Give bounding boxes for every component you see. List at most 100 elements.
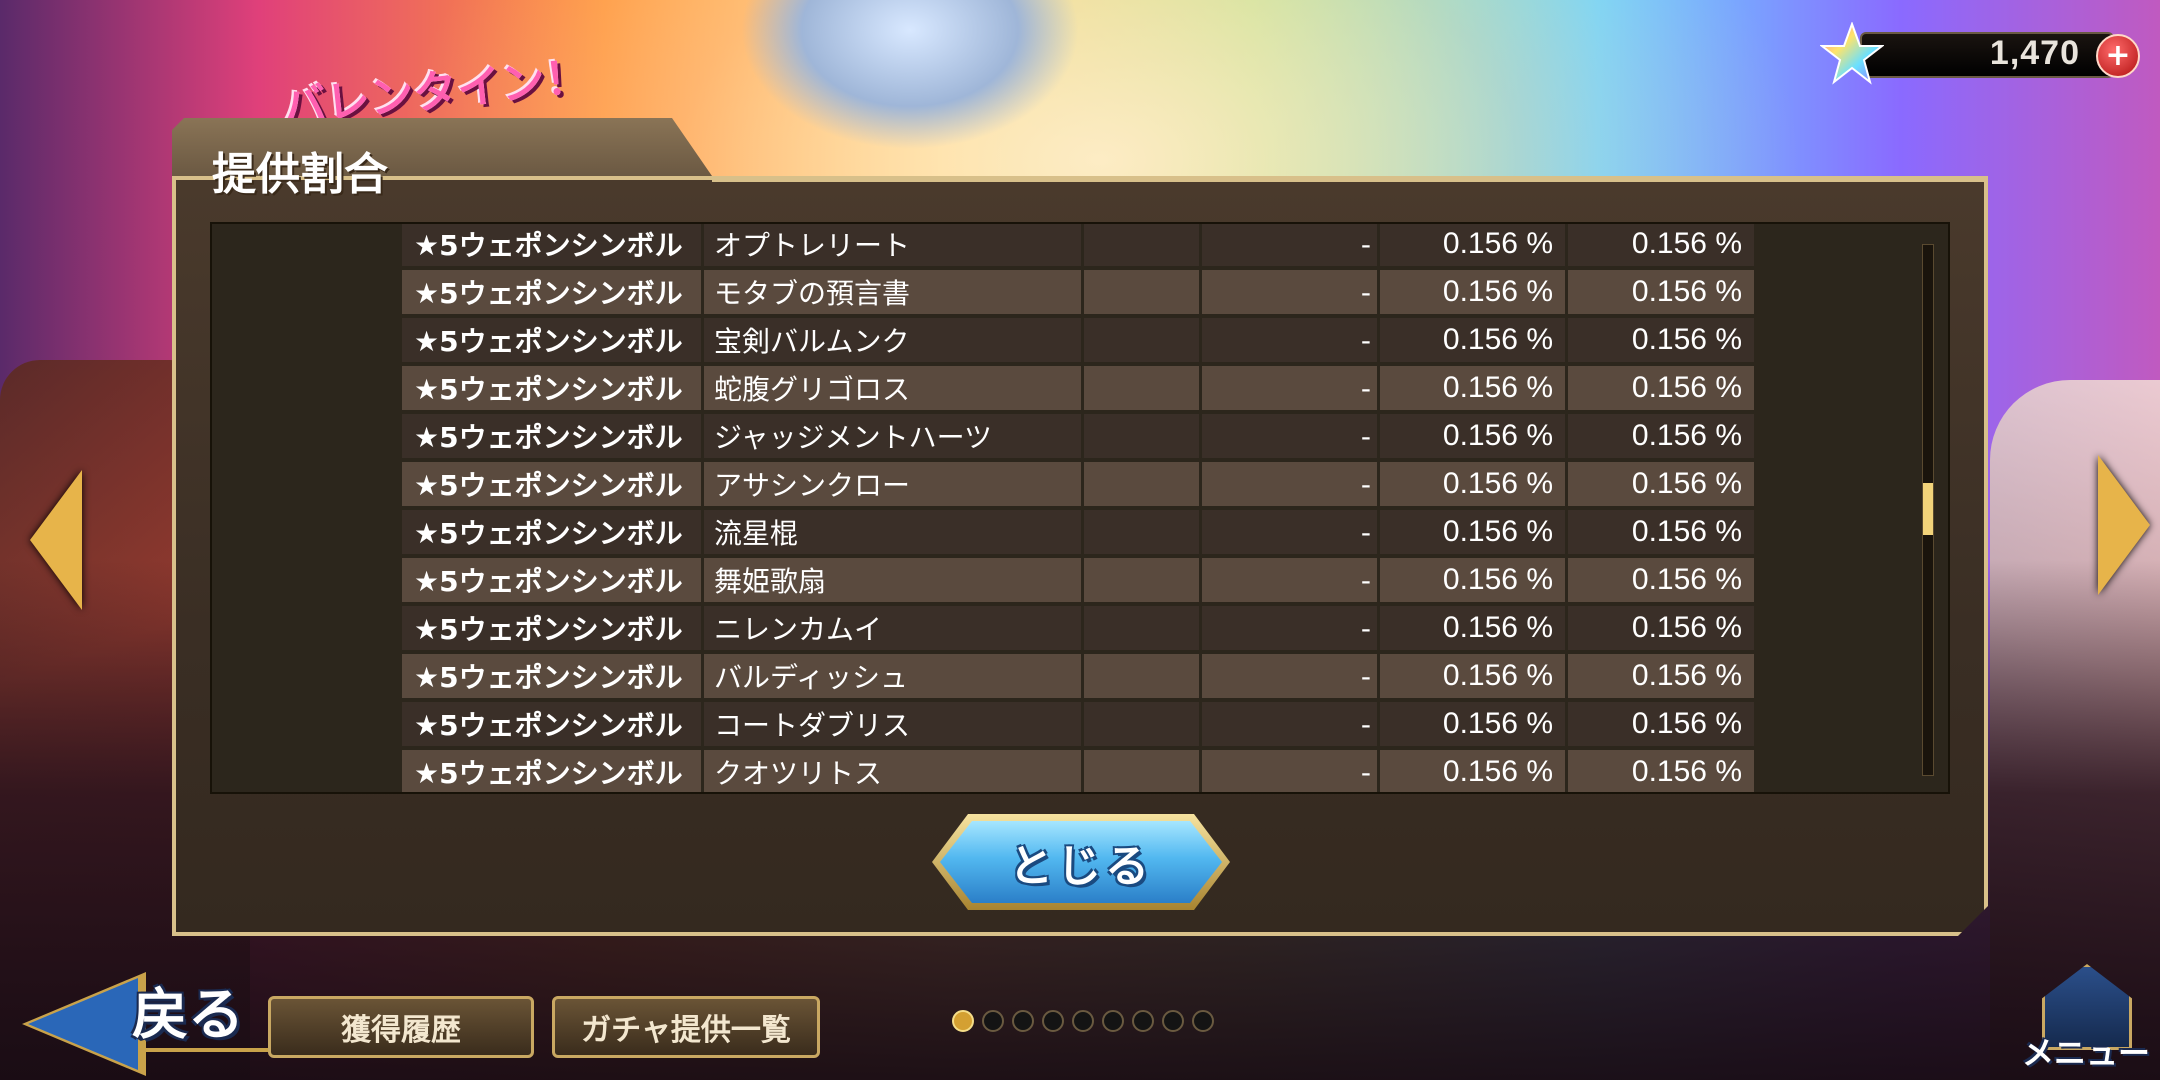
rate-cell: 0.156 %: [1568, 606, 1754, 650]
blank-cell: [1084, 318, 1202, 362]
blank-cell: [1084, 654, 1202, 698]
blank-cell: [1084, 558, 1202, 602]
blank-cell: [1084, 462, 1202, 506]
page-dot[interactable]: [1162, 1010, 1184, 1032]
table-row: ★5ウェポンシンボル コートダブリス -0.156 % 0.156 %: [402, 702, 1754, 746]
rate-cell: 0.156 %: [1568, 702, 1754, 746]
page-dot[interactable]: [952, 1010, 974, 1032]
rate-cell: 0.156 %: [1568, 224, 1754, 266]
step-cell: -: [1202, 558, 1380, 602]
step-cell: -: [1202, 654, 1380, 698]
close-button-label: とじる: [1009, 841, 1153, 892]
item-type-cell: ★5ウェポンシンボル: [402, 224, 704, 266]
step-cell: -: [1202, 366, 1380, 410]
page-dot[interactable]: [982, 1010, 1004, 1032]
close-button[interactable]: とじる: [932, 814, 1230, 910]
item-type-cell: ★5ウェポンシンボル: [402, 462, 704, 506]
rate-cell: 0.156 %: [1380, 606, 1568, 650]
rate-cell: 0.156 %: [1380, 318, 1568, 362]
step-cell: -: [1202, 414, 1380, 458]
item-name-cell: クオツリトス: [704, 750, 1084, 792]
item-type-cell: ★5ウェポンシンボル: [402, 318, 704, 362]
back-button-underline: [138, 1048, 288, 1052]
table-row: ★5ウェポンシンボル アサシンクロー -0.156 % 0.156 %: [402, 462, 1754, 506]
gacha-list-button[interactable]: ガチャ提供一覧: [552, 996, 820, 1058]
rate-cell: 0.156 %: [1380, 366, 1568, 410]
rate-cell: 0.156 %: [1568, 366, 1754, 410]
table-row: ★5ウェポンシンボル クオツリトス -0.156 % 0.156 %: [402, 750, 1754, 792]
currency-display: 1,470 +: [1820, 22, 2140, 85]
table-row: ★5ウェポンシンボル バルディッシュ -0.156 % 0.156 %: [402, 654, 1754, 698]
item-type-cell: ★5ウェポンシンボル: [402, 414, 704, 458]
page-dot[interactable]: [1012, 1010, 1034, 1032]
menu-button[interactable]: メニュー: [2016, 958, 2156, 1076]
step-cell: -: [1202, 270, 1380, 314]
blank-cell: [1084, 750, 1202, 792]
dialog-title: 提供割合: [212, 149, 388, 200]
rate-cell: 0.156 %: [1380, 414, 1568, 458]
item-type-cell: ★5ウェポンシンボル: [402, 270, 704, 314]
step-cell: -: [1202, 462, 1380, 506]
step-cell: -: [1202, 224, 1380, 266]
scrollbar-thumb[interactable]: [1923, 483, 1933, 535]
item-name-cell: ジャッジメントハーツ: [704, 414, 1084, 458]
rate-cell: 0.156 %: [1380, 270, 1568, 314]
blank-cell: [1084, 366, 1202, 410]
history-button[interactable]: 獲得履歴: [268, 996, 534, 1058]
blank-cell: [1084, 606, 1202, 650]
scrollbar[interactable]: [1922, 244, 1934, 776]
item-type-cell: ★5ウェポンシンボル: [402, 654, 704, 698]
menu-button-label: メニュー: [2021, 1034, 2150, 1072]
table-row: ★5ウェポンシンボル 流星棍 -0.156 % 0.156 %: [402, 510, 1754, 554]
blank-cell: [1084, 702, 1202, 746]
page-dot[interactable]: [1072, 1010, 1094, 1032]
page-dot[interactable]: [1042, 1010, 1064, 1032]
plus-icon[interactable]: +: [2096, 34, 2140, 78]
blank-cell: [1084, 510, 1202, 554]
back-arrow-icon: [28, 978, 138, 1070]
rate-cell: 0.156 %: [1568, 654, 1754, 698]
table-row: ★5ウェポンシンボル 蛇腹グリゴロス -0.156 % 0.156 %: [402, 366, 1754, 410]
item-type-cell: ★5ウェポンシンボル: [402, 702, 704, 746]
rainbow-star-gem-icon: [1820, 22, 1884, 85]
rate-cell: 0.156 %: [1380, 654, 1568, 698]
item-type-cell: ★5ウェポンシンボル: [402, 750, 704, 792]
rate-cell: 0.156 %: [1568, 558, 1754, 602]
currency-value: 1,470: [1989, 34, 2080, 72]
page-indicator: [952, 1010, 1214, 1034]
step-cell: -: [1202, 510, 1380, 554]
back-button[interactable]: 戻る: [22, 958, 288, 1076]
rate-cell: 0.156 %: [1380, 462, 1568, 506]
chevron-right-icon[interactable]: [2098, 455, 2150, 595]
rate-cell: 0.156 %: [1380, 224, 1568, 266]
item-name-cell: 蛇腹グリゴロス: [704, 366, 1084, 410]
table-row: ★5ウェポンシンボル 宝剣バルムンク -0.156 % 0.156 %: [402, 318, 1754, 362]
item-name-cell: オプトレリート: [704, 224, 1084, 266]
item-name-cell: コートダブリス: [704, 702, 1084, 746]
rate-cell: 0.156 %: [1568, 750, 1754, 792]
rate-cell: 0.156 %: [1568, 414, 1754, 458]
rates-dialog: 提供割合 ★5ウェポンシンボル オプトレリート -0.156 % 0.156 % ★5ウ…: [172, 118, 1988, 936]
item-name-cell: ニレンカムイ: [704, 606, 1084, 650]
item-type-cell: ★5ウェポンシンボル: [402, 366, 704, 410]
item-name-cell: 宝剣バルムンク: [704, 318, 1084, 362]
rate-cell: 0.156 %: [1380, 750, 1568, 792]
blank-cell: [1084, 224, 1202, 266]
back-button-label: 戻る: [132, 983, 244, 1048]
item-type-cell: ★5ウェポンシンボル: [402, 606, 704, 650]
chevron-left-icon[interactable]: [30, 470, 82, 610]
table-row: ★5ウェポンシンボル ジャッジメントハーツ -0.156 % 0.156 %: [402, 414, 1754, 458]
item-name-cell: モタブの預言書: [704, 270, 1084, 314]
dialog-frame-top: [712, 176, 1988, 182]
rate-cell: 0.156 %: [1380, 510, 1568, 554]
rates-table[interactable]: ★5ウェポンシンボル オプトレリート -0.156 % 0.156 % ★5ウェポンシン…: [210, 222, 1950, 794]
item-name-cell: アサシンクロー: [704, 462, 1084, 506]
item-name-cell: バルディッシュ: [704, 654, 1084, 698]
item-type-cell: ★5ウェポンシンボル: [402, 510, 704, 554]
rate-cell: 0.156 %: [1568, 510, 1754, 554]
table-row: ★5ウェポンシンボル モタブの預言書 -0.156 % 0.156 %: [402, 270, 1754, 314]
page-dot[interactable]: [1102, 1010, 1124, 1032]
page-dot[interactable]: [1132, 1010, 1154, 1032]
page-dot[interactable]: [1192, 1010, 1214, 1032]
table-row: ★5ウェポンシンボル ニレンカムイ -0.156 % 0.156 %: [402, 606, 1754, 650]
